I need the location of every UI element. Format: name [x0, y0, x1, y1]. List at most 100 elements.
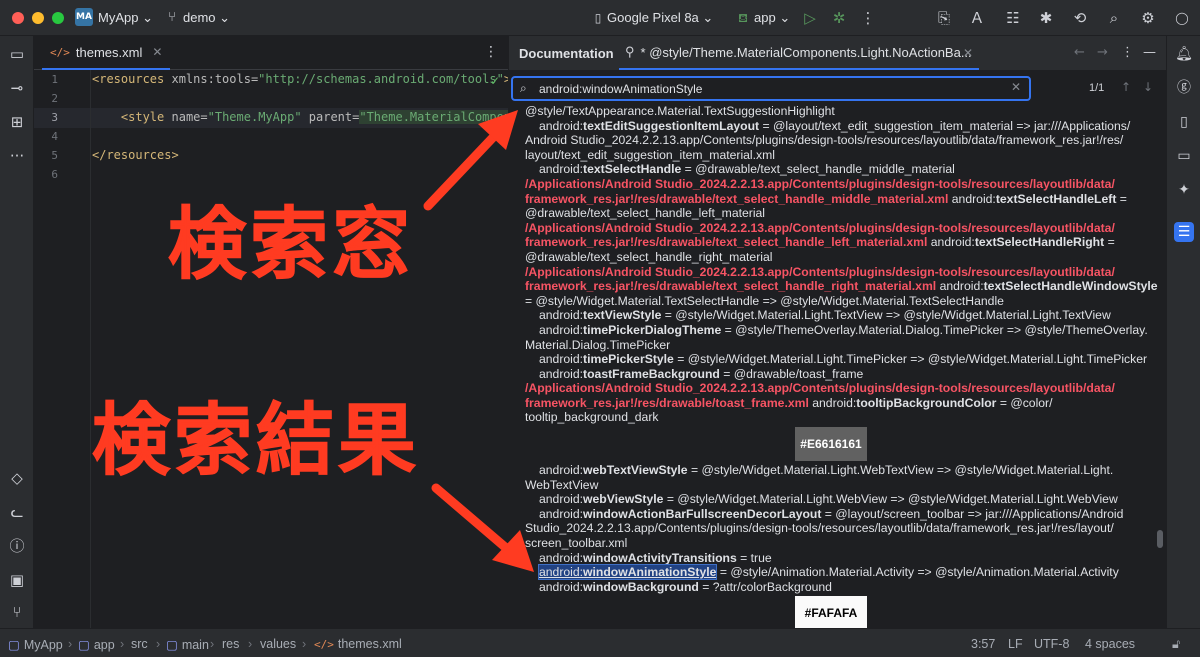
- bug-icon[interactable]: ✱: [1036, 8, 1056, 28]
- back-arrow-icon[interactable]: ←: [1074, 45, 1085, 60]
- gear-icon[interactable]: ⚙: [1138, 8, 1158, 28]
- notifications-icon[interactable]: 🔔︎: [1174, 44, 1194, 64]
- breadcrumb-module[interactable]: ▢ app: [78, 637, 115, 653]
- search-everywhere-icon[interactable]: ⌕: [1104, 8, 1124, 28]
- gem-icon[interactable]: ◇: [7, 468, 27, 488]
- doc-line: framework_res.jar!/res/drawable/toast_fr…: [525, 395, 1053, 410]
- more-icon[interactable]: ⋮: [858, 8, 878, 28]
- breadcrumb-project[interactable]: ▢ MyApp: [8, 637, 63, 653]
- style-icon: ⚲: [625, 44, 635, 59]
- doc-line: @drawable/text_select_handle_left_materi…: [525, 206, 766, 221]
- next-match-icon[interactable]: ↓: [1143, 80, 1153, 94]
- doc-line: Studio_2024.2.2.13.app/Contents/plugins/…: [525, 521, 1114, 536]
- code-editor[interactable]: 1 2 3 4 5 6 <resources xmlns:tools="http…: [34, 70, 508, 628]
- vcs-icon[interactable]: ⑂: [7, 602, 27, 622]
- terminal-icon[interactable]: ▣: [7, 570, 27, 590]
- sync-icon[interactable]: ⟲: [1070, 8, 1090, 28]
- doc-line: android:textViewStyle = @style/Widget.Ma…: [539, 308, 1111, 323]
- ai-assistant-icon[interactable]: ✦: [1174, 180, 1194, 200]
- doc-line: tooltip_background_dark: [525, 410, 659, 425]
- indent-setting[interactable]: 4 spaces: [1085, 637, 1135, 651]
- tab-documentation-style[interactable]: ⚲ * @style/Theme.MaterialComponents.Ligh…: [619, 36, 979, 70]
- more-tools-icon[interactable]: ···: [7, 146, 27, 166]
- doc-line: Android Studio_2024.2.2.13.app/Contents/…: [525, 133, 1124, 148]
- doc-line: /Applications/Android Studio_2024.2.2.13…: [525, 381, 1115, 396]
- search-icon: ⌕: [520, 81, 527, 95]
- close-icon[interactable]: ✕: [152, 45, 162, 59]
- project-selector[interactable]: MyApp ⌄: [98, 10, 153, 26]
- documentation-content: @style/TextAppearance.Material.TextSugge…: [525, 104, 1158, 628]
- documentation-icon[interactable]: ☰: [1174, 222, 1194, 242]
- doc-line: framework_res.jar!/res/drawable/text_sel…: [525, 279, 1158, 294]
- breadcrumb-src[interactable]: src: [131, 637, 148, 651]
- project-badge: MA: [75, 8, 93, 26]
- theme-icon[interactable]: ⎘: [934, 8, 954, 28]
- cat-icon[interactable]: ᓚ: [7, 502, 27, 522]
- doc-line: /Applications/Android Studio_2024.2.2.13…: [525, 176, 1115, 191]
- inspection-ok-icon[interactable]: ✓: [490, 74, 500, 88]
- doc-line: Material.Dialog.TimePicker: [525, 337, 671, 352]
- breadcrumb-file[interactable]: </> themes.xml: [314, 637, 402, 651]
- doc-line: = @style/Widget.Material.TextSelectHandl…: [525, 293, 1004, 308]
- clear-search-icon[interactable]: ✕: [1011, 80, 1021, 94]
- doc-line: @style/TextAppearance.Material.TextSugge…: [525, 104, 835, 118]
- options-icon[interactable]: ⋮: [1121, 45, 1134, 60]
- lock-icon[interactable]: 🔓︎: [1172, 637, 1180, 652]
- structure-icon[interactable]: ⊞: [7, 112, 27, 132]
- doc-search-bar[interactable]: ⌕ ✕: [511, 76, 1031, 101]
- previous-match-icon[interactable]: ↑: [1121, 80, 1131, 94]
- doc-line: android:windowActivityTransitions = true: [539, 550, 772, 565]
- annotation-search-window: 検索窓: [167, 200, 415, 290]
- run-config-selector[interactable]: app ⌄: [754, 10, 790, 26]
- android-icon: ⛾: [738, 11, 748, 25]
- doc-line: android:textEditSuggestionItemLayout = @…: [539, 118, 1131, 133]
- tab-themes-xml[interactable]: </> themes.xml ✕: [42, 36, 171, 70]
- search-match-highlight: android:windowAnimationStyle: [537, 564, 718, 581]
- doc-search-input[interactable]: [539, 80, 1009, 98]
- layout-inspector-icon[interactable]: ☷: [1003, 8, 1023, 28]
- translate-icon[interactable]: Ａ: [967, 8, 987, 28]
- documentation-title: Documentation: [519, 46, 614, 61]
- doc-line: android:textSelectHandle = @drawable/tex…: [539, 162, 955, 177]
- doc-line: android:webTextViewStyle = @style/Widget…: [539, 463, 1114, 478]
- debug-icon[interactable]: ✲: [829, 8, 849, 28]
- project-folder-icon[interactable]: ▭: [7, 44, 27, 64]
- line-gutter: 1 2 3 4 5 6: [51, 73, 58, 181]
- device-selector[interactable]: Google Pixel 8a ⌄: [607, 10, 713, 26]
- doc-line: android:timePickerStyle = @style/Widget.…: [539, 352, 1148, 367]
- doc-line: @drawable/text_select_handle_right_mater…: [525, 249, 773, 264]
- doc-line: framework_res.jar!/res/drawable/text_sel…: [525, 235, 1115, 250]
- breadcrumb-res[interactable]: res: [222, 637, 239, 651]
- doc-line: screen_toolbar.xml: [525, 536, 628, 551]
- line-separator[interactable]: LF: [1008, 637, 1023, 651]
- branch-selector[interactable]: demo ⌄: [183, 10, 230, 26]
- close-window-button[interactable]: [12, 12, 24, 24]
- doc-line: android:windowBackground = ?attr/colorBa…: [539, 579, 832, 594]
- commit-icon[interactable]: ⊸: [7, 78, 27, 98]
- hide-panel-icon[interactable]: —: [1143, 45, 1156, 60]
- file-encoding[interactable]: UTF-8: [1034, 637, 1069, 651]
- maximize-window-button[interactable]: [52, 12, 64, 24]
- right-tool-strip: 🔔︎ ⓖ ▯ ▭ ✦ ☰: [1166, 36, 1200, 628]
- documentation-body: @style/TextAppearance.Material.TextSugge…: [508, 70, 1166, 628]
- editor-options-icon[interactable]: ⋮: [484, 44, 498, 60]
- running-devices-icon[interactable]: ▭: [1174, 146, 1194, 166]
- status-bar: ▢ MyApp › ▢ app › src › ▢ main › res › valu…: [0, 628, 1200, 657]
- scrollbar-thumb[interactable]: [1157, 530, 1163, 548]
- device-manager-icon[interactable]: ▯: [1174, 112, 1194, 132]
- forward-arrow-icon[interactable]: →: [1097, 45, 1108, 60]
- caret-position[interactable]: 3:57: [971, 637, 995, 651]
- problems-icon[interactable]: ⓘ: [7, 536, 27, 556]
- doc-line: android:windowAnimationStyle = @style/An…: [537, 564, 1119, 581]
- breadcrumb-values[interactable]: values: [260, 637, 296, 651]
- xml-file-icon: </>: [50, 45, 70, 59]
- close-icon[interactable]: ✕: [963, 46, 973, 60]
- color-swatch: #E6616161: [795, 427, 867, 462]
- run-icon[interactable]: ▷: [800, 8, 820, 28]
- breadcrumb-main[interactable]: ▢ main: [166, 637, 209, 653]
- gradle-icon[interactable]: ⓖ: [1174, 78, 1194, 98]
- account-icon[interactable]: ◯: [1172, 8, 1192, 28]
- minimize-window-button[interactable]: [32, 12, 44, 24]
- code-line-3: <style name="Theme.MyApp" parent="Theme.…: [92, 110, 508, 124]
- doc-line: WebTextView: [525, 477, 599, 492]
